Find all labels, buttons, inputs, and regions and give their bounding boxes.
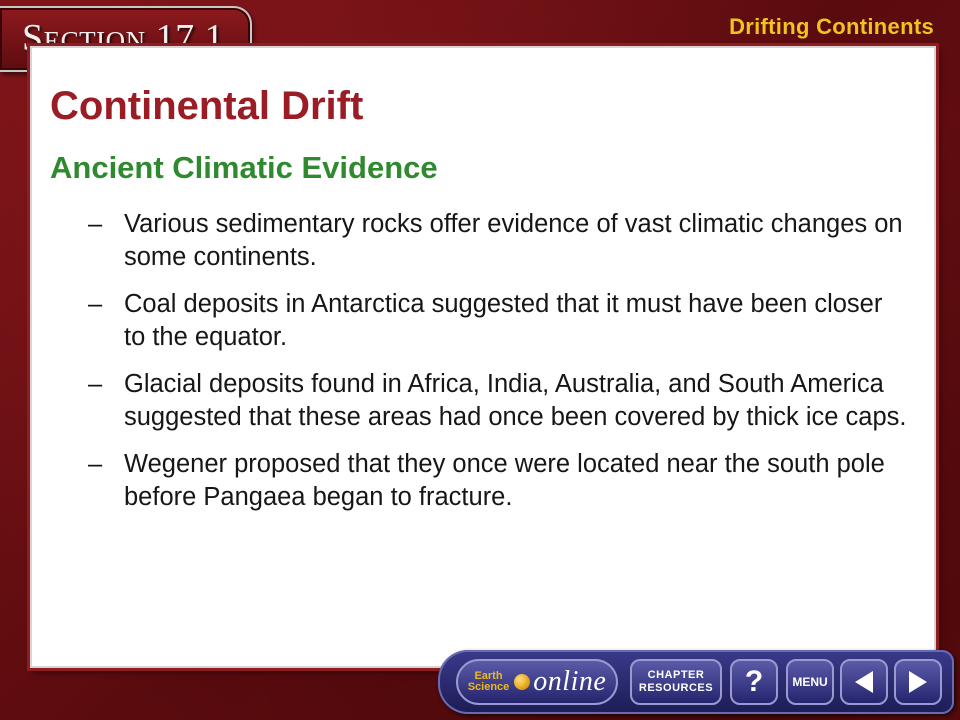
bullet-item: – Various sedimentary rocks offer eviden… (88, 208, 908, 274)
bullet-item: – Wegener proposed that they once were l… (88, 448, 908, 514)
triangle-left-icon (855, 671, 873, 693)
slide-subtitle: Ancient Climatic Evidence (50, 150, 438, 185)
menu-label: MENU (792, 675, 828, 689)
slide-title: Continental Drift (50, 84, 364, 128)
triangle-right-icon (909, 671, 927, 693)
bullet-dash: – (88, 370, 103, 398)
bullet-item: – Glacial deposits found in Africa, Indi… (88, 368, 908, 434)
online-label: online (533, 666, 607, 697)
online-science-label: Science (467, 681, 510, 693)
bullet-dash: – (88, 210, 103, 238)
bullet-list: – Various sedimentary rocks offer eviden… (88, 208, 908, 528)
bullet-text: Wegener proposed that they once were loc… (124, 450, 885, 511)
bullet-text: Coal deposits in Antarctica suggested th… (124, 290, 883, 351)
previous-slide-button[interactable] (840, 659, 888, 705)
bullet-item: – Coal deposits in Antarctica suggested … (88, 288, 908, 354)
bullet-dash: – (88, 290, 103, 318)
question-mark-icon: ? (744, 665, 764, 698)
chapter-resources-button[interactable]: CHAPTER RESOURCES (630, 659, 722, 705)
online-logo-text: Earth Science (468, 671, 510, 693)
bullet-text: Glacial deposits found in Africa, India,… (124, 370, 907, 431)
earth-science-online-button[interactable]: Earth Science online (456, 659, 618, 705)
menu-button[interactable]: MENU (786, 659, 834, 705)
resources-label: RESOURCES (638, 682, 714, 694)
chapter-label: CHAPTER (647, 669, 705, 681)
bullet-text: Various sedimentary rocks offer evidence… (124, 210, 903, 271)
next-slide-button[interactable] (894, 659, 942, 705)
globe-icon (514, 674, 531, 690)
bullet-dash: – (88, 450, 103, 478)
help-button[interactable]: ? (730, 659, 778, 705)
header-topic: Drifting Continents (729, 14, 934, 39)
